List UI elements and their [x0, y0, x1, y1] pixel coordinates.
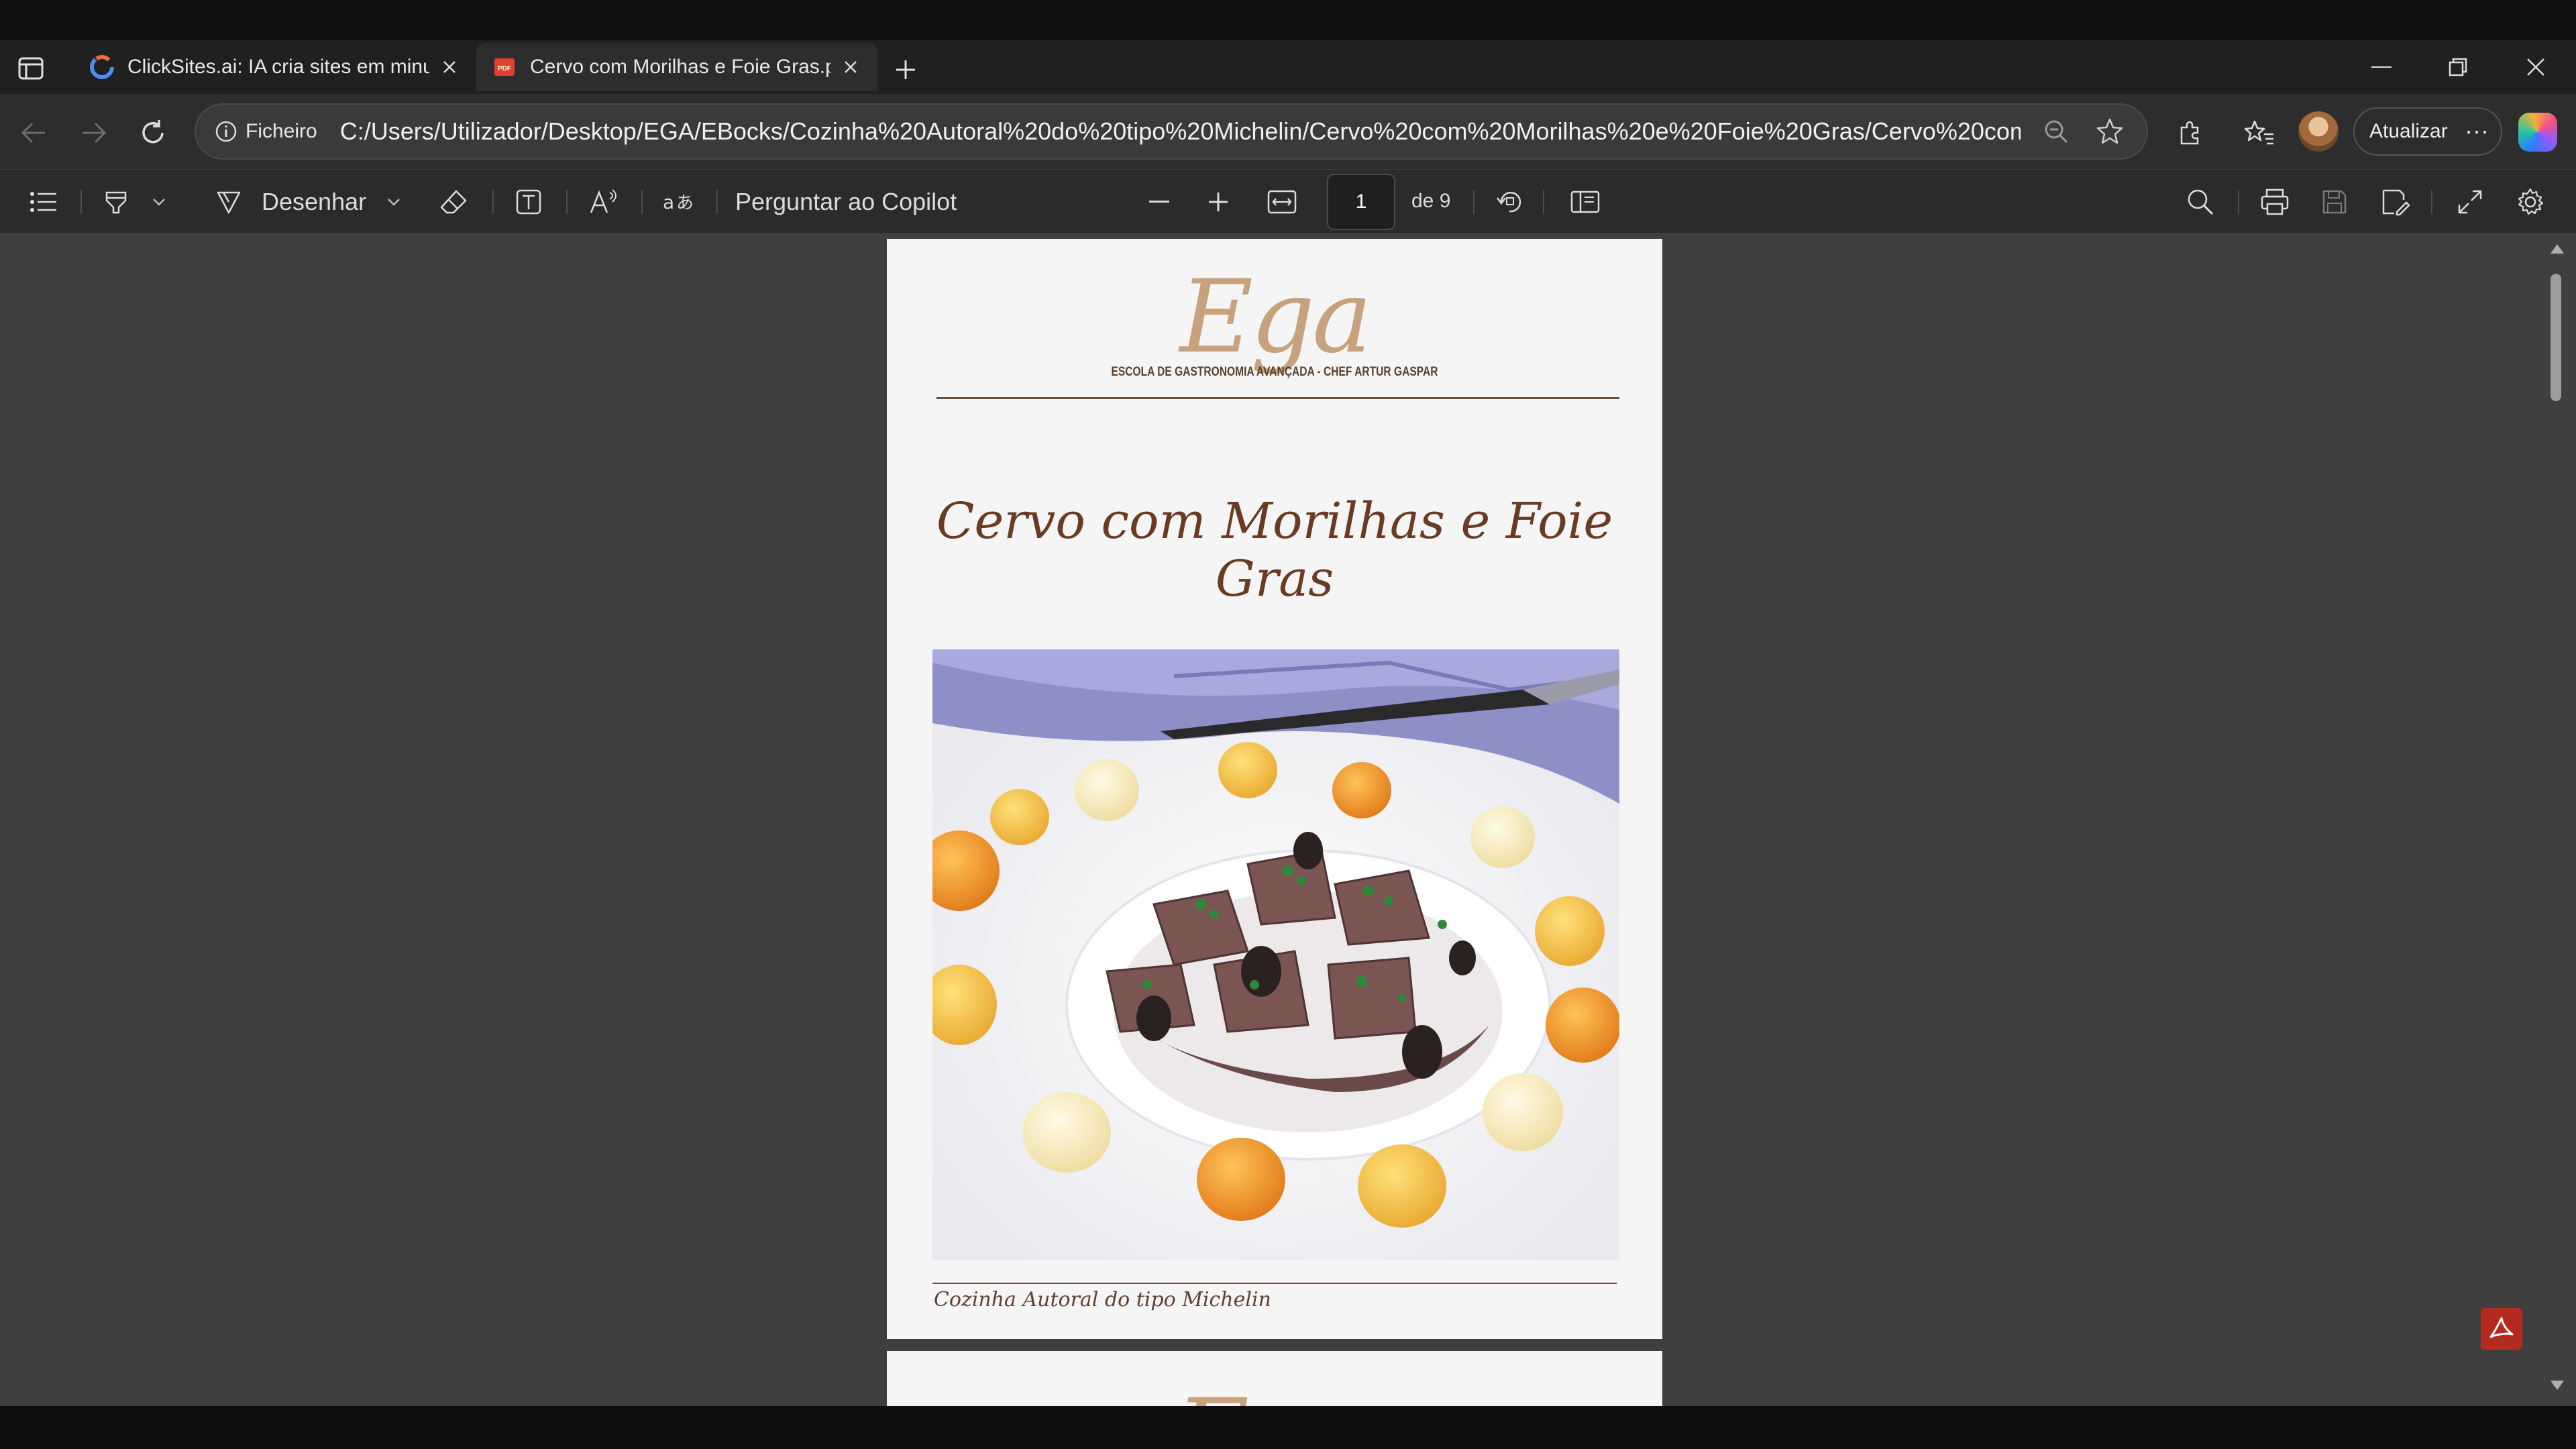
- title-bar: [0, 0, 2576, 40]
- zoom-in-icon[interactable]: [1201, 183, 1236, 221]
- svg-text:あ: あ: [676, 193, 694, 213]
- toolbar-divider: [716, 190, 718, 214]
- tab-clicksites[interactable]: ClickSites.ai: IA cria sites em minu: [74, 43, 476, 91]
- read-aloud-icon[interactable]: [585, 183, 623, 221]
- rotate-icon[interactable]: [1491, 183, 1528, 221]
- vertical-scrollbar[interactable]: [2538, 233, 2576, 1406]
- table-of-contents-icon[interactable]: [27, 183, 60, 221]
- toolbar-divider: [2238, 190, 2239, 214]
- dish-photo: [932, 649, 1619, 1260]
- ega-logo: Ega: [1179, 259, 1373, 376]
- highlight-icon[interactable]: [99, 183, 133, 221]
- address-bar[interactable]: Ficheiro C:/Users/Utilizador/Desktop/EGA…: [195, 103, 2148, 160]
- update-button[interactable]: Atualizar ···: [2353, 107, 2502, 156]
- forward-arrow-icon[interactable]: [75, 114, 113, 152]
- bottom-bar: [0, 1406, 2576, 1449]
- zoom-out-icon[interactable]: [1142, 183, 1177, 221]
- toolbar-divider: [80, 190, 82, 214]
- more-options-icon[interactable]: ···: [2465, 117, 2489, 145]
- svg-text:a: a: [663, 191, 674, 213]
- toolbar-divider: [641, 190, 643, 214]
- ask-copilot-label: Perguntar ao Copilot: [735, 188, 957, 215]
- tab-strip: ClickSites.ai: IA cria sites em minu PDF…: [0, 40, 2576, 94]
- favorite-star-icon[interactable]: [2092, 113, 2128, 150]
- site-info-label: Ficheiro: [246, 120, 317, 142]
- extensions-icon[interactable]: [2171, 114, 2208, 152]
- footer-divider: [932, 1283, 1617, 1284]
- page-footer-text: Cozinha Autoral do tipo Michelin: [934, 1288, 1271, 1311]
- update-label: Atualizar: [2369, 120, 2448, 142]
- scroll-up-arrow-icon[interactable]: [2549, 243, 2565, 255]
- draw-icon[interactable]: [209, 183, 248, 221]
- refresh-icon[interactable]: [134, 114, 172, 152]
- copilot-icon[interactable]: [2518, 113, 2557, 152]
- translate-icon[interactable]: aあ: [659, 183, 696, 221]
- toolbar-divider: [492, 190, 494, 214]
- page-view-icon[interactable]: [1566, 183, 1605, 221]
- pdf-viewer[interactable]: Ega ESCOLA DE GASTRONOMIA AVANÇADA - CHE…: [0, 233, 2576, 1406]
- toolbar-divider: [2431, 190, 2432, 214]
- fullscreen-icon[interactable]: [2451, 183, 2489, 221]
- profile-avatar[interactable]: [2298, 111, 2339, 152]
- navigation-bar: Ficheiro C:/Users/Utilizador/Desktop/EGA…: [0, 94, 2576, 169]
- logo-subtitle: ESCOLA DE GASTRONOMIA AVANÇADA - CHEF AR…: [1111, 365, 1438, 379]
- header-divider: [936, 397, 1619, 399]
- back-arrow-icon[interactable]: [15, 114, 52, 152]
- restore-icon[interactable]: [2424, 47, 2491, 87]
- text-box-icon[interactable]: [510, 183, 547, 221]
- ask-copilot-button[interactable]: Perguntar ao Copilot: [735, 183, 977, 221]
- adobe-acrobat-icon[interactable]: [2481, 1308, 2522, 1350]
- favorites-icon[interactable]: [2241, 114, 2278, 152]
- pdf-toolbar: Desenhar aあ Perguntar ao Copilot 1 de 9: [0, 169, 2576, 233]
- chevron-down-icon[interactable]: [149, 183, 169, 221]
- minimize-icon[interactable]: [2348, 47, 2415, 87]
- settings-gear-icon[interactable]: [2512, 183, 2549, 221]
- tab-title: ClickSites.ai: IA cria sites em minu: [127, 56, 429, 78]
- close-window-icon[interactable]: [2502, 47, 2569, 87]
- save-icon[interactable]: [2316, 183, 2353, 221]
- fit-width-icon[interactable]: [1261, 183, 1303, 221]
- toolbar-divider: [566, 190, 568, 214]
- page-current: 1: [1355, 191, 1367, 213]
- print-icon[interactable]: [2255, 183, 2294, 221]
- recipe-title: Cervo com Morilhas e Foie Gras: [936, 492, 1613, 608]
- pdf-page-2: Ega: [887, 1351, 1662, 1406]
- url-text[interactable]: C:/Users/Utilizador/Desktop/EGA/EBocks/C…: [340, 117, 2021, 146]
- save-as-icon[interactable]: [2376, 183, 2415, 221]
- zoom-out-icon[interactable]: [2038, 113, 2074, 150]
- draw-button[interactable]: Desenhar: [262, 183, 369, 221]
- draw-label: Desenhar: [262, 188, 367, 215]
- clicksites-favicon-icon: [89, 54, 115, 80]
- info-icon: [215, 121, 237, 142]
- tab-pdf[interactable]: PDF Cervo com Morilhas e Foie Gras.p: [476, 43, 877, 91]
- toolbar-divider: [1543, 190, 1544, 214]
- eraser-icon[interactable]: [435, 183, 472, 221]
- scroll-down-arrow-icon[interactable]: [2549, 1379, 2565, 1391]
- ega-logo: Ega: [887, 1378, 1662, 1406]
- tab-title: Cervo com Morilhas e Foie Gras.p: [530, 56, 830, 78]
- new-tab-button[interactable]: [887, 51, 924, 89]
- page-total: de 9: [1411, 190, 1451, 212]
- toolbar-divider: [1473, 190, 1474, 214]
- close-tab-icon[interactable]: [839, 55, 863, 79]
- pdf-page: Ega ESCOLA DE GASTRONOMIA AVANÇADA - CHE…: [887, 239, 1662, 1339]
- search-icon[interactable]: [2182, 183, 2219, 221]
- scroll-thumb[interactable]: [2551, 274, 2561, 401]
- page-number-input[interactable]: 1: [1327, 174, 1395, 230]
- tab-actions-icon[interactable]: [15, 54, 47, 83]
- close-tab-icon[interactable]: [437, 55, 462, 79]
- site-info-button[interactable]: Ficheiro: [215, 120, 317, 143]
- svg-text:PDF: PDF: [498, 65, 511, 72]
- pdf-favicon-icon: PDF: [491, 54, 518, 80]
- chevron-down-icon[interactable]: [384, 183, 404, 221]
